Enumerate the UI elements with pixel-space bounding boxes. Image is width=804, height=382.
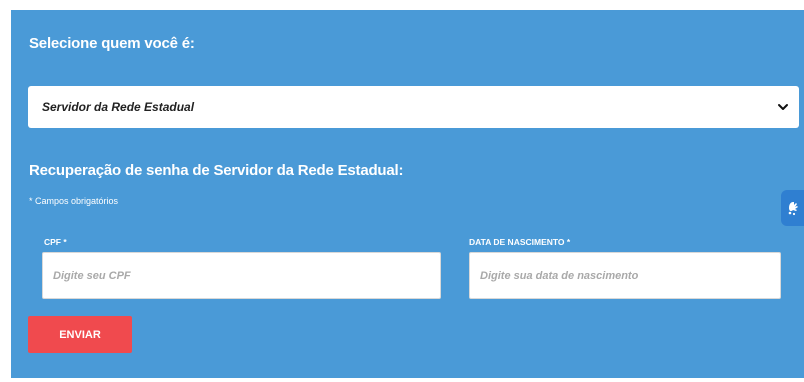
- form-heading: Recuperação de senha de Servidor da Rede…: [29, 162, 404, 179]
- chevron-down-icon: [778, 104, 788, 110]
- role-select-heading: Selecione quem você é:: [29, 35, 195, 52]
- password-recovery-panel: Selecione quem você é: Servidor da Rede …: [11, 10, 804, 378]
- role-select[interactable]: Servidor da Rede Estadual: [28, 86, 799, 128]
- sign-language-icon: [788, 202, 798, 216]
- cpf-input[interactable]: [42, 252, 441, 299]
- birth-date-input[interactable]: [469, 252, 781, 299]
- role-select-value: Servidor da Rede Estadual: [42, 100, 195, 114]
- required-fields-note: * Campos obrigatórios: [29, 196, 119, 206]
- birth-date-label: DATA DE NASCIMENTO *: [469, 237, 571, 247]
- cpf-label: CPF *: [44, 237, 67, 247]
- accessibility-button[interactable]: [781, 190, 804, 226]
- submit-button[interactable]: ENVIAR: [28, 316, 132, 353]
